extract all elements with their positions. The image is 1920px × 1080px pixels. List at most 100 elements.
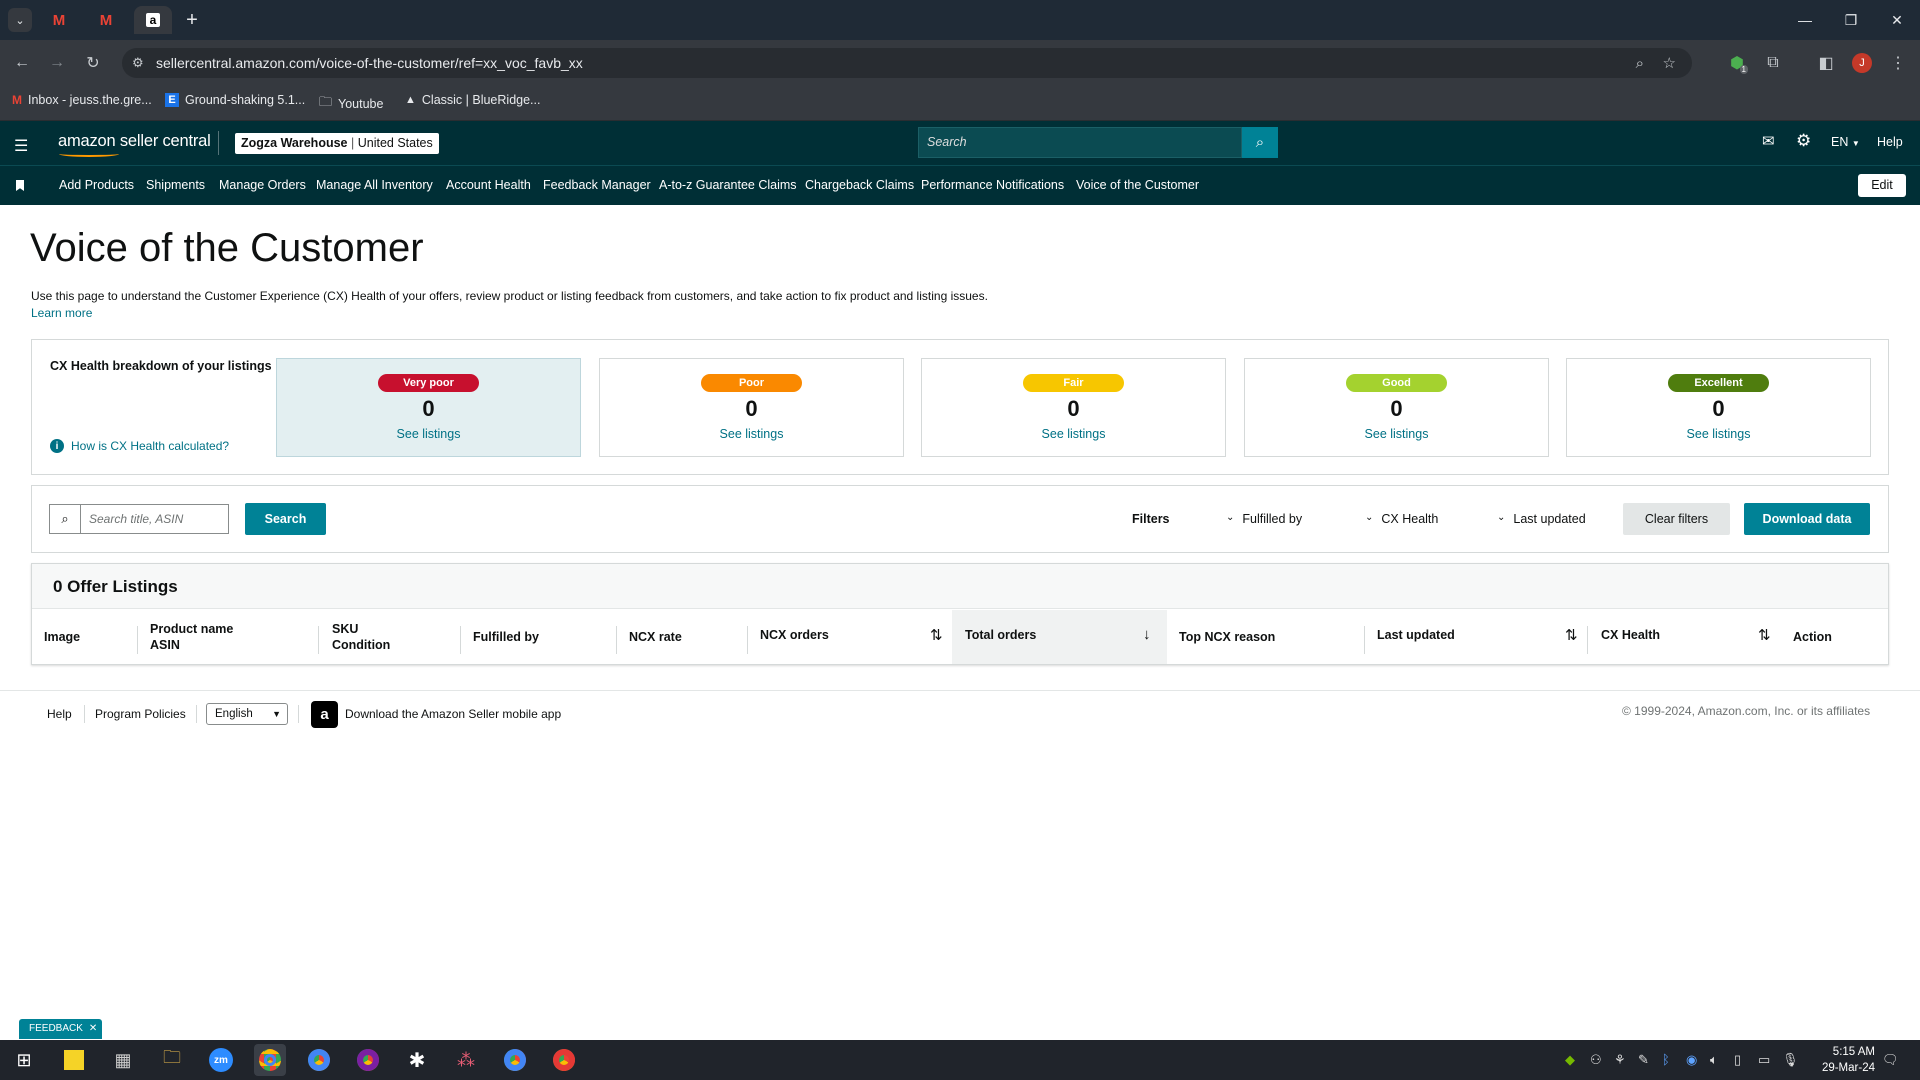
sort-icon[interactable]: ⇅: [1758, 626, 1771, 644]
language-selector[interactable]: EN ▼: [1831, 135, 1860, 149]
col-cx-health[interactable]: CX Health: [1601, 627, 1660, 643]
last-updated-filter[interactable]: ⌄ Last updated: [1497, 512, 1586, 526]
col-ncx-orders[interactable]: NCX orders: [760, 627, 829, 643]
zoom-icon[interactable]: ⌕: [1636, 55, 1644, 72]
windows-start-icon[interactable]: ⊞: [8, 1044, 40, 1076]
see-listings-link[interactable]: See listings: [277, 427, 580, 441]
download-app-link[interactable]: Download the Amazon Seller mobile app: [345, 707, 561, 721]
chrome-menu-icon[interactable]: ⋮: [1887, 52, 1909, 74]
header-help-link[interactable]: Help: [1877, 135, 1903, 149]
feedback-tab[interactable]: FEEDBACK ✕: [19, 1019, 103, 1039]
davinci-resolve-icon[interactable]: ⁂: [450, 1044, 482, 1076]
health-card-excellent[interactable]: Excellent 0 See listings: [1566, 358, 1871, 457]
nav-manage-all-inventory[interactable]: Manage All Inventory: [316, 178, 433, 192]
header-search-input[interactable]: Search: [918, 127, 1242, 158]
hamburger-menu-icon[interactable]: ☰: [14, 136, 28, 156]
site-info-icon[interactable]: ⚙: [132, 55, 150, 71]
health-card-good[interactable]: Good 0 See listings: [1244, 358, 1549, 457]
nav-manage-orders[interactable]: Manage Orders: [219, 178, 306, 192]
file-explorer-icon[interactable]: 🗀: [156, 1044, 188, 1076]
health-card-poor[interactable]: Poor 0 See listings: [599, 358, 904, 457]
tab-amazon-active[interactable]: a: [134, 6, 172, 34]
cx-health-filter[interactable]: ⌄ CX Health: [1365, 512, 1438, 526]
restore-icon[interactable]: ❐: [1839, 8, 1863, 32]
bookmark-youtube[interactable]: 🗀 Youtube: [319, 93, 383, 115]
fulfilled-by-filter[interactable]: ⌄ Fulfilled by: [1226, 512, 1302, 526]
close-window-icon[interactable]: ✕: [1885, 8, 1909, 32]
bookmark-ground-shaking[interactable]: E Ground-shaking 5.1...: [165, 93, 305, 107]
minimize-icon[interactable]: —: [1793, 8, 1817, 32]
see-listings-link[interactable]: See listings: [600, 427, 903, 441]
sort-descending-icon[interactable]: ↓: [1143, 626, 1151, 643]
forward-icon[interactable]: →: [46, 52, 68, 74]
extension-shield-icon[interactable]: ⬢ 1: [1726, 52, 1748, 74]
search-button[interactable]: Search: [245, 503, 326, 535]
settings-gear-icon[interactable]: ⚙: [1796, 131, 1811, 151]
nav-a-to-z-claims[interactable]: A-to-z Guarantee Claims: [659, 178, 797, 192]
zoom-tray-icon[interactable]: ◉: [1686, 1052, 1697, 1068]
pen-icon[interactable]: ✎: [1638, 1052, 1649, 1068]
zoom-app-icon[interactable]: zm: [205, 1044, 237, 1076]
download-data-button[interactable]: Download data: [1744, 503, 1870, 535]
footer-help-link[interactable]: Help: [47, 707, 72, 721]
address-bar[interactable]: ⚙ sellercentral.amazon.com/voice-of-the-…: [122, 48, 1692, 78]
health-card-fair[interactable]: Fair 0 See listings: [921, 358, 1226, 457]
side-panel-icon[interactable]: ◧: [1815, 52, 1837, 74]
tab-gmail-2[interactable]: M: [87, 6, 125, 34]
see-listings-link[interactable]: See listings: [922, 427, 1225, 441]
nav-edit-button[interactable]: Edit: [1858, 174, 1906, 197]
chrome-icon[interactable]: [548, 1044, 580, 1076]
sort-icon[interactable]: ⇅: [1565, 626, 1578, 644]
close-icon[interactable]: ✕: [89, 1019, 97, 1039]
clear-filters-button[interactable]: Clear filters: [1623, 503, 1730, 535]
amazon-seller-central-logo[interactable]: amazon seller central: [58, 132, 211, 157]
reload-icon[interactable]: ↻: [82, 52, 104, 74]
health-card-very-poor[interactable]: Very poor 0 See listings: [276, 358, 581, 457]
network-people-icon[interactable]: ⚇: [1590, 1052, 1602, 1068]
mail-icon[interactable]: ✉: [1762, 132, 1775, 150]
new-tab-button[interactable]: +: [180, 8, 204, 32]
col-product-name[interactable]: Product name ASIN: [150, 621, 233, 653]
nav-shipments[interactable]: Shipments: [146, 178, 205, 192]
nav-account-health[interactable]: Account Health: [446, 178, 531, 192]
nav-chargeback-claims[interactable]: Chargeback Claims: [805, 178, 914, 192]
back-icon[interactable]: ←: [11, 52, 33, 74]
bookmark-icon[interactable]: [16, 180, 24, 191]
system-clock[interactable]: 5:15 AM 29-Mar-24: [1795, 1044, 1875, 1076]
bookmark-blueridge[interactable]: ▲ Classic | BlueRidge...: [405, 93, 540, 107]
bookmark-inbox[interactable]: M Inbox - jeuss.the.gre...: [12, 93, 152, 107]
tab-search-chevron-icon[interactable]: ⌄: [8, 8, 32, 32]
nvidia-icon[interactable]: ◆: [1565, 1052, 1575, 1068]
slack-icon[interactable]: ✱: [401, 1044, 433, 1076]
language-select[interactable]: English ▼: [206, 703, 288, 725]
chrome-icon[interactable]: [303, 1044, 335, 1076]
col-total-orders[interactable]: Total orders: [965, 627, 1036, 643]
nav-feedback-manager[interactable]: Feedback Manager: [543, 178, 651, 192]
sticky-notes-icon[interactable]: [58, 1044, 90, 1076]
col-last-updated[interactable]: Last updated: [1377, 627, 1455, 643]
see-listings-link[interactable]: See listings: [1245, 427, 1548, 441]
chrome-icon[interactable]: [499, 1044, 531, 1076]
how-cx-health-link[interactable]: i How is CX Health calculated?: [50, 439, 229, 453]
bluetooth-icon[interactable]: ᛒ: [1662, 1052, 1670, 1067]
display-icon[interactable]: ▭: [1758, 1052, 1770, 1068]
program-policies-link[interactable]: Program Policies: [95, 707, 186, 721]
chrome-icon[interactable]: [254, 1044, 286, 1076]
learn-more-link[interactable]: Learn more: [31, 306, 92, 320]
nav-performance-notifications[interactable]: Performance Notifications: [921, 178, 1064, 192]
col-sku[interactable]: SKU Condition: [332, 621, 390, 653]
notification-icon[interactable]: 🗨︎: [1882, 1052, 1899, 1068]
nav-voice-of-the-customer[interactable]: Voice of the Customer: [1076, 178, 1199, 192]
tray-app-icon[interactable]: ⚘: [1614, 1052, 1626, 1068]
chrome-icon[interactable]: [352, 1044, 384, 1076]
store-switcher[interactable]: Zogza Warehouse | United States: [235, 133, 439, 154]
volume-icon[interactable]: 🔈︎: [1710, 1052, 1718, 1068]
bookmark-star-icon[interactable]: ☆: [1663, 54, 1676, 72]
listing-search-input[interactable]: Search title, ASIN: [80, 504, 229, 534]
sort-icon[interactable]: ⇅: [930, 626, 943, 644]
amazon-seller-app-icon[interactable]: a: [311, 701, 338, 728]
nav-add-products[interactable]: Add Products: [59, 178, 134, 192]
tab-gmail-1[interactable]: M: [40, 6, 78, 34]
see-listings-link[interactable]: See listings: [1567, 427, 1870, 441]
profile-avatar[interactable]: J: [1852, 53, 1872, 73]
